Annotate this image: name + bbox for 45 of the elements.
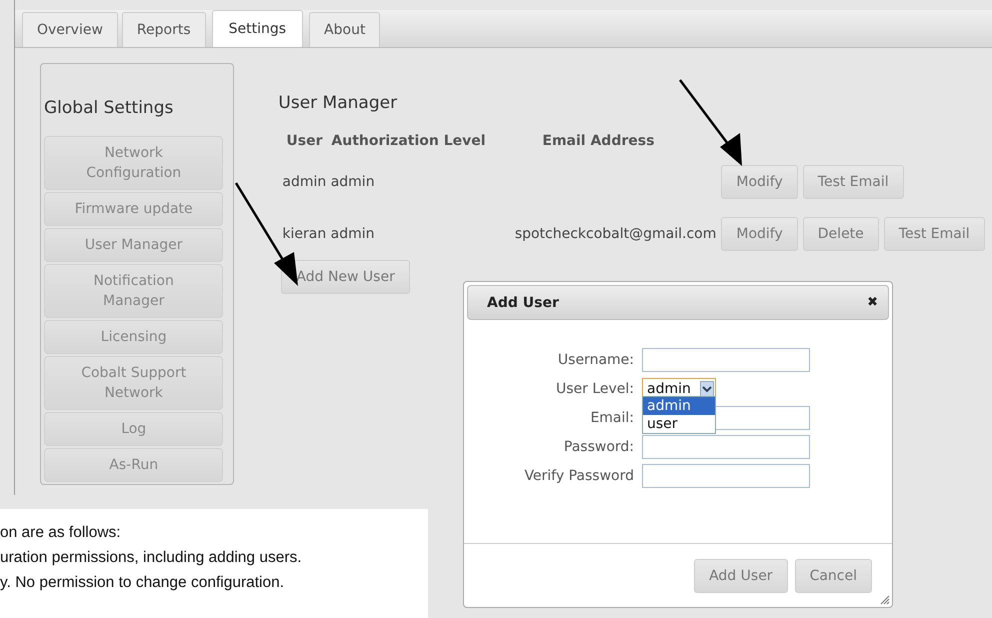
tab[interactable]: Reports (122, 12, 206, 47)
user-name: kieran admin (282, 226, 375, 242)
sidebar-item[interactable]: Notification Manager (44, 264, 224, 318)
input-field[interactable] (642, 348, 810, 372)
dialog-title: Add User (487, 294, 559, 310)
section-title: User Manager (278, 93, 398, 113)
field-label: User Level: (554, 381, 634, 397)
caret-icon (700, 381, 714, 397)
dropdown-option[interactable]: user (643, 415, 715, 433)
user-name: admin admin (282, 174, 375, 190)
row-action-button[interactable]: Test Email (884, 217, 985, 251)
field-label: Username: (556, 352, 634, 368)
row-action-button[interactable]: Delete (802, 217, 879, 251)
close-button[interactable]: ✖ (867, 295, 878, 310)
dialog-button[interactable]: Cancel (794, 558, 872, 592)
field-label: Email: (589, 410, 634, 426)
field-label: Verify Password (523, 468, 634, 484)
document-text: uration permissions, including adding users. (0, 548, 303, 568)
email-address: spotcheckcobalt@gmail.com (514, 226, 716, 242)
input-field[interactable] (642, 464, 810, 488)
document-text: y. No permission to change configuration. (0, 573, 286, 593)
row-action-button[interactable]: Modify (721, 217, 798, 251)
tab[interactable]: Overview (22, 12, 118, 47)
sidebar-item[interactable]: Firmware update (44, 192, 224, 226)
input-field[interactable] (642, 435, 810, 459)
column-header: Email Address (542, 133, 654, 149)
row-action-button[interactable]: Modify (721, 165, 798, 199)
sidebar-item[interactable]: Network Configuration (44, 136, 224, 190)
dialog-button[interactable]: Add User (694, 558, 788, 592)
field-label: Password: (562, 439, 634, 455)
row-action-button[interactable]: Test Email (802, 165, 904, 199)
sidebar-item[interactable]: Licensing (44, 320, 224, 354)
sidebar-item[interactable]: User Manager (44, 228, 224, 262)
sidebar-item[interactable]: As-Run (44, 448, 224, 482)
sidebar-item[interactable]: Log (44, 412, 224, 446)
sidebar-title: Global Settings (44, 98, 174, 118)
add-user-button[interactable]: Add New User (281, 260, 410, 294)
resize-grip-icon (880, 595, 890, 605)
column-header: User (286, 133, 324, 149)
tab[interactable]: About (309, 12, 380, 47)
sidebar-item[interactable]: Cobalt Support Network (44, 356, 224, 410)
column-header: Authorization Level (331, 133, 487, 149)
dropdown-option[interactable]: admin (643, 397, 715, 415)
tab[interactable]: Settings (212, 10, 304, 47)
document-text: on are as follows: (0, 523, 122, 543)
